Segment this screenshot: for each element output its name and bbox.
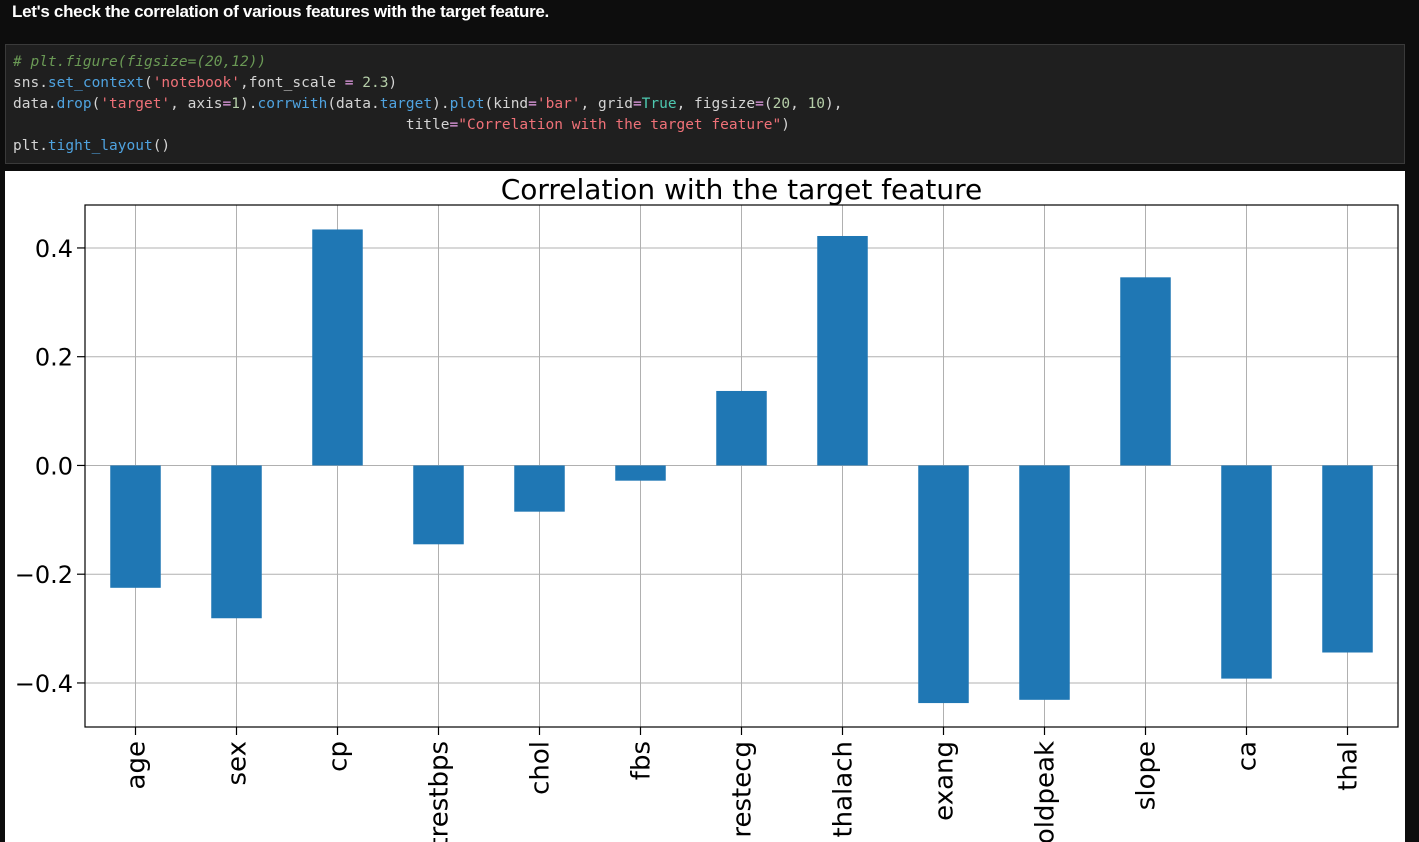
code-token: = (222, 96, 232, 112)
code-token: 20 (772, 96, 791, 112)
x-tick-label: cp (324, 741, 354, 772)
code-token: ). (240, 96, 258, 112)
code-token: data. (13, 96, 57, 112)
code-token: plt. (13, 138, 48, 154)
code-token: = (528, 96, 537, 112)
bar-thalach (817, 235, 868, 466)
code-line-4: title="Correlation with the target featu… (13, 115, 790, 136)
bar-oldpeak (1019, 465, 1070, 700)
code-token: , figsize (676, 96, 756, 112)
x-tick-label: age (122, 741, 152, 789)
code-token: = (449, 117, 459, 133)
code-token: ( (763, 96, 773, 112)
x-tick-label: trestbps (425, 741, 455, 842)
bar-exang (918, 465, 969, 704)
bar-chol (514, 465, 565, 512)
code-token: plot (449, 96, 485, 112)
code-cell[interactable]: # plt.figure(figsize=(20,12)) sns.set_co… (5, 44, 1405, 164)
code-token: 2.3 (353, 75, 389, 91)
code-token: ) (781, 117, 790, 133)
y-tick-label: −0.4 (15, 670, 73, 698)
code-token: (data. (327, 96, 380, 112)
code-token: ( (91, 96, 101, 112)
code-line-1: # plt.figure(figsize=(20,12)) (13, 52, 266, 73)
code-token: target (379, 96, 433, 112)
code-token: corrwith (257, 96, 328, 112)
code-token: True (641, 96, 677, 112)
x-tick-label: thalach (829, 741, 859, 838)
code-token: , (790, 96, 808, 112)
code-token: ). (432, 96, 450, 112)
bar-trestbps (413, 465, 464, 545)
code-token: (kind (484, 96, 529, 112)
x-tick-label: ca (1233, 741, 1263, 771)
code-token: 10 (807, 96, 826, 112)
code-token: = (632, 96, 642, 112)
bar-age (110, 465, 161, 588)
x-tick-label: restecg (728, 741, 758, 838)
bar-cp (312, 229, 363, 466)
y-tick-label: 0.0 (35, 452, 73, 480)
code-token: = (755, 96, 764, 112)
x-tick-label: thal (1334, 741, 1364, 791)
code-token: = (344, 75, 354, 91)
code-token: drop (56, 96, 92, 112)
bar-fbs (615, 465, 666, 481)
code-token: , axis (170, 96, 223, 112)
y-tick-label: 0.4 (35, 235, 73, 263)
code-token: ,font_scale (240, 75, 345, 91)
markdown-heading: Let's check the correlation of various f… (12, 2, 549, 21)
code-token: sns. (13, 75, 48, 91)
bar-chart: 0.4 0.2 0.0 −0.2 −0.4 age sex cp trestbps chol fb… (15, 173, 1399, 842)
x-tick-label: sex (223, 741, 253, 785)
code-token: title (13, 117, 450, 133)
code-token: () (152, 138, 171, 154)
x-tick-label: oldpeak (1031, 741, 1061, 842)
bar-slope (1120, 277, 1171, 466)
code-token: ), (825, 96, 843, 112)
code-token: tight_layout (47, 138, 153, 154)
bar-thal (1322, 465, 1373, 653)
code-token: ( (143, 75, 153, 91)
code-token: ) (388, 75, 398, 91)
code-line-2: sns.set_context('notebook',font_scale = … (13, 73, 397, 94)
code-token: 'bar' (536, 96, 581, 112)
code-token: # plt.figure(figsize=(20,12)) (13, 54, 267, 70)
code-token: "Correlation with the target feature" (458, 117, 782, 133)
x-tick-label: chol (526, 741, 556, 795)
x-tick-label: exang (930, 741, 960, 821)
y-tick-label: 0.2 (35, 344, 73, 372)
x-tick-label: fbs (627, 741, 657, 780)
code-token: 'target' (100, 96, 171, 112)
code-line-5: plt.tight_layout() (13, 136, 170, 157)
bar-restecg (716, 390, 767, 466)
bar-sex (211, 465, 262, 619)
bar-ca (1221, 465, 1272, 679)
code-token: set_context (47, 75, 144, 91)
code-token: 1 (231, 96, 241, 112)
y-tick-label: −0.2 (15, 561, 73, 589)
code-line-3: data.drop('target', axis=1).corrwith(dat… (13, 94, 843, 115)
code-token: 'notebook' (152, 75, 240, 91)
x-tick-label: slope (1132, 741, 1162, 810)
cell-output: 0.4 0.2 0.0 −0.2 −0.4 age sex cp trestbps chol fb… (5, 171, 1405, 842)
chart-title: Correlation with the target feature (501, 173, 983, 206)
code-token: , grid (580, 96, 633, 112)
